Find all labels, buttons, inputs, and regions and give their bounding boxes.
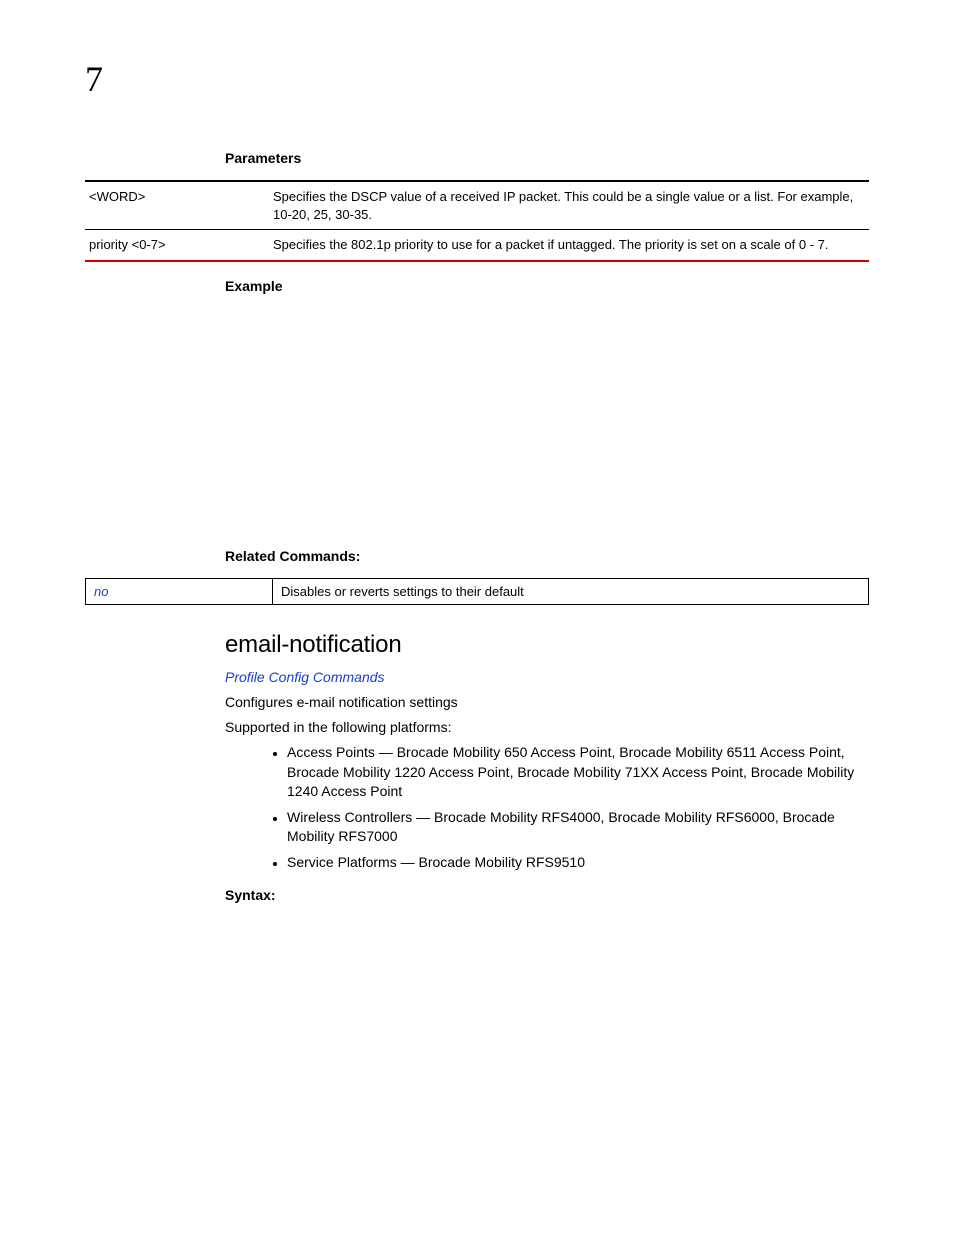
related-commands-table: no Disables or reverts settings to their… [85, 578, 869, 606]
related-commands-heading: Related Commands: [225, 548, 869, 564]
chapter-number: 7 [85, 58, 869, 100]
list-item: Wireless Controllers — Brocade Mobility … [287, 808, 869, 847]
page: 7 Parameters <WORD> Specifies the DSCP v… [0, 0, 954, 1235]
content-column: email-notification Profile Config Comman… [225, 631, 869, 902]
list-item: Access Points — Brocade Mobility 650 Acc… [287, 743, 869, 802]
parameters-heading: Parameters [225, 150, 869, 166]
example-heading: Example [225, 278, 869, 294]
table-row: <WORD> Specifies the DSCP value of a rec… [85, 181, 869, 230]
param-name: priority <0-7> [85, 230, 269, 261]
param-desc: Specifies the 802.1p priority to use for… [269, 230, 869, 261]
content-column: Parameters [225, 150, 869, 166]
content-column: Example Related Commands: [225, 278, 869, 564]
table-row: priority <0-7> Specifies the 802.1p prio… [85, 230, 869, 261]
param-name: <WORD> [85, 181, 269, 230]
command-description: Configures e-mail notification settings [225, 693, 869, 712]
parameters-table: <WORD> Specifies the DSCP value of a rec… [85, 180, 869, 262]
table-row: no Disables or reverts settings to their… [86, 578, 869, 605]
example-content-placeholder [225, 308, 869, 548]
related-command-name[interactable]: no [86, 578, 273, 605]
no-command-link[interactable]: no [94, 584, 108, 599]
syntax-heading: Syntax: [225, 887, 869, 903]
related-command-desc: Disables or reverts settings to their de… [273, 578, 869, 605]
platforms-list: Access Points — Brocade Mobility 650 Acc… [225, 743, 869, 873]
supported-platforms-intro: Supported in the following platforms: [225, 718, 869, 737]
param-desc: Specifies the DSCP value of a received I… [269, 181, 869, 230]
command-title: email-notification [225, 631, 869, 659]
profile-config-link[interactable]: Profile Config Commands [225, 669, 869, 685]
list-item: Service Platforms — Brocade Mobility RFS… [287, 853, 869, 873]
